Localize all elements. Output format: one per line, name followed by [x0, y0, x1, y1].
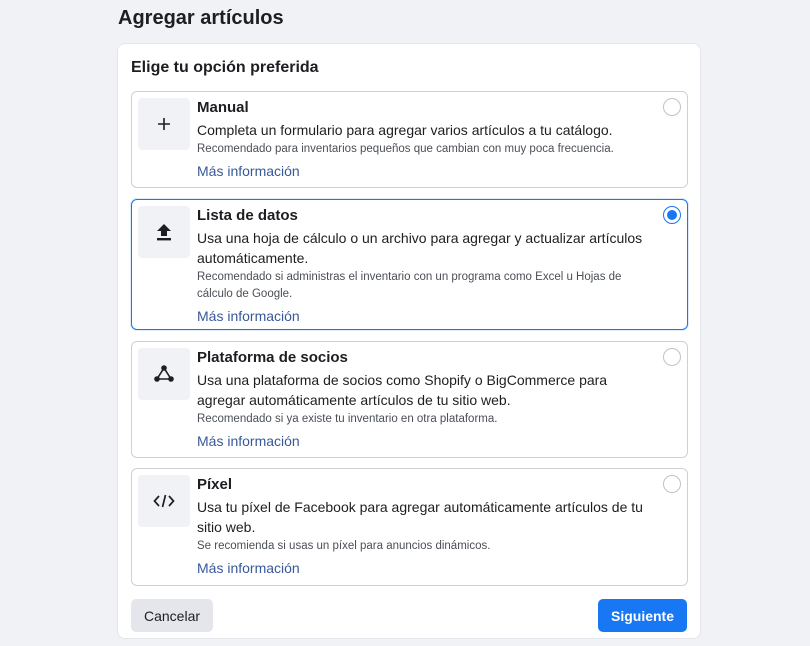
option-description: Completa un formulario para agregar vari… — [197, 122, 613, 138]
option-partner-platform[interactable]: Plataforma de socios Usa una plataforma … — [131, 341, 688, 458]
option-pixel[interactable]: Píxel Usa tu píxel de Facebook para agre… — [131, 468, 688, 586]
more-info-link[interactable]: Más información — [197, 431, 300, 451]
more-info-link[interactable]: Más información — [197, 306, 300, 326]
option-description: Usa una plataforma de socios como Shopif… — [197, 372, 608, 408]
option-title: Píxel — [197, 476, 233, 493]
radio-data-feed[interactable] — [663, 206, 681, 224]
cancel-button[interactable]: Cancelar — [131, 599, 214, 632]
option-description: Usa tu píxel de Facebook para agregar au… — [197, 499, 643, 535]
plus-icon — [138, 98, 190, 150]
radio-selected-dot — [667, 210, 677, 220]
page-title: Agregar artículos — [118, 7, 284, 29]
more-info-link[interactable]: Más información — [197, 558, 300, 578]
option-title: Manual — [197, 99, 249, 116]
option-description: Usa una hoja de cálculo o un archivo par… — [197, 230, 643, 266]
radio-pixel[interactable] — [663, 475, 681, 493]
options-panel: Elige tu opción preferida Manual Complet… — [117, 43, 701, 639]
option-note: Se recomienda si usas un píxel para anun… — [197, 540, 491, 552]
more-info-link[interactable]: Más información — [197, 161, 300, 181]
radio-manual[interactable] — [663, 98, 681, 116]
radio-partner-platform[interactable] — [663, 348, 681, 366]
code-icon — [138, 475, 190, 527]
network-icon — [138, 348, 190, 400]
next-button[interactable]: Siguiente — [597, 599, 687, 632]
panel-heading: Elige tu opción preferida — [131, 59, 319, 76]
option-title: Plataforma de socios — [197, 349, 348, 366]
option-note: Recomendado si administras el inventario… — [197, 271, 622, 300]
option-manual[interactable]: Manual Completa un formulario para agreg… — [131, 91, 688, 188]
option-note: Recomendado si ya existe tu inventario e… — [197, 413, 498, 425]
option-title: Lista de datos — [197, 207, 298, 224]
option-note: Recomendado para inventarios pequeños qu… — [197, 143, 614, 155]
upload-icon — [138, 206, 190, 258]
option-data-feed[interactable]: Lista de datos Usa una hoja de cálculo o… — [131, 199, 688, 330]
